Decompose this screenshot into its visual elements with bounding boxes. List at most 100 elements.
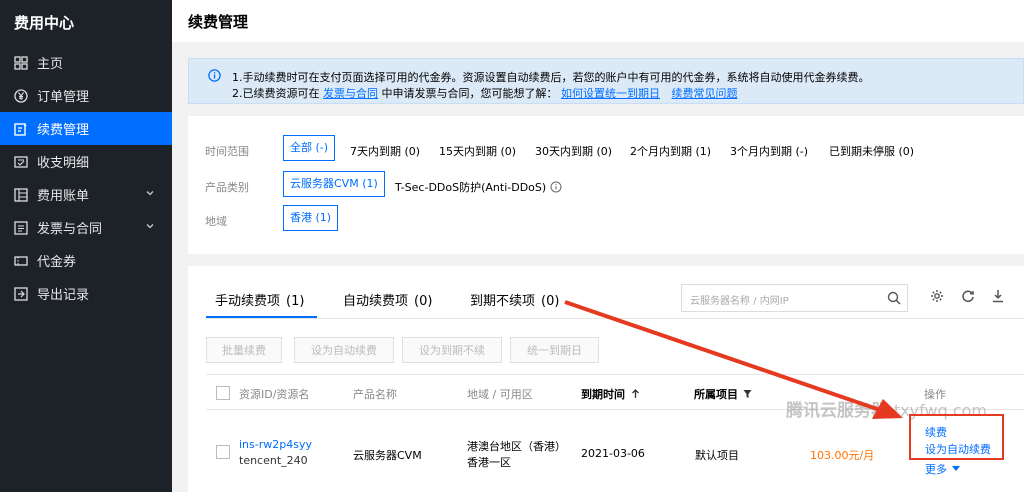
search-input[interactable]: 云服务器名称 / 内网IP (681, 284, 908, 312)
tab-no-renewal[interactable]: 到期不续项 (0) (470, 290, 559, 309)
time-option-30d[interactable]: 30天内到期 (0) (535, 143, 612, 159)
voucher-icon (14, 254, 28, 268)
time-option-expired[interactable]: 已到期未停服 (0) (829, 143, 914, 159)
sidebar-item-label: 主页 (37, 57, 64, 72)
product-label: 产品类别 (205, 181, 249, 194)
sort-up-icon[interactable] (631, 389, 640, 399)
sidebar: 费用中心 主页 订单管理 续费管理 收支明细 费用账单 发票与合同 代金券 导出… (0, 0, 172, 492)
sidebar-item-label: 代金券 (37, 255, 77, 270)
tab-manual-renewal[interactable]: 手动续费项 (1) (215, 290, 304, 309)
product-option-cvm[interactable]: 云服务器CVM (1) (283, 171, 385, 197)
price: 103.00元/月 (810, 449, 875, 462)
renew-icon (14, 122, 28, 136)
sidebar-item-label: 导出记录 (37, 288, 90, 303)
row-checkbox[interactable] (216, 445, 230, 459)
search-placeholder: 云服务器名称 / 内网IP (690, 296, 789, 307)
notice-line-1: 1.手动续费时可在支付页面选择可用的代金券。资源设置自动续费后，若您的账户中有可… (232, 71, 870, 84)
sidebar-item-vouchers[interactable]: 代金券 (0, 244, 172, 277)
tab-auto-renewal[interactable]: 自动续费项 (0) (343, 290, 432, 309)
region-name: 港澳台地区（香港） (467, 440, 566, 453)
renewal-list-card: 手动续费项 (1) 自动续费项 (0) 到期不续项 (0) 云服务器名称 / 内网IP… (188, 266, 1024, 492)
grid-icon (14, 55, 28, 70)
filter-icon[interactable] (743, 389, 752, 399)
info-icon (208, 69, 221, 82)
set-auto-renew-button[interactable]: 设为自动续费 (294, 337, 394, 363)
time-option-2m[interactable]: 2个月内到期 (1) (630, 143, 711, 159)
notice-text: 2.已续费资源可在 (232, 87, 320, 100)
tab-label: 自动续费项 (343, 294, 409, 309)
tab-label: 手动续费项 (215, 294, 281, 309)
sidebar-item-label: 订单管理 (37, 90, 90, 105)
time-option-all[interactable]: 全部 (-) (283, 135, 336, 161)
product-option-ddos[interactable]: T-Sec-DDoS防护(Anti-DDoS) (395, 179, 562, 195)
invoice-icon (14, 220, 28, 235)
product-name: 云服务器CVM (353, 449, 422, 462)
sidebar-item-label: 发票与合同 (37, 222, 103, 237)
sidebar-item-exports[interactable]: 导出记录 (0, 277, 172, 310)
notice-text: 中申请发票与合同，您可能想了解： (381, 87, 558, 100)
tabs-divider (206, 318, 1024, 319)
unified-expiry-link[interactable]: 如何设置统一到期日 (561, 87, 660, 100)
set-no-renew-button[interactable]: 设为到期不续 (402, 337, 502, 363)
resource-name: tencent_240 (239, 454, 308, 467)
col-resource: 资源ID/资源名 (239, 388, 310, 401)
bill-icon (14, 187, 28, 202)
more-label: 更多 (925, 463, 947, 476)
time-option-7d[interactable]: 7天内到期 (0) (350, 143, 420, 159)
more-dropdown[interactable]: 更多 (925, 461, 960, 477)
chevron-down-icon (146, 224, 154, 229)
sidebar-item-ledger[interactable]: 收支明细 (0, 145, 172, 178)
time-option-15d[interactable]: 15天内到期 (0) (439, 143, 516, 159)
col-expire-label: 到期时间 (581, 388, 625, 401)
search-icon[interactable] (887, 291, 901, 305)
notice-line-2: 2.已续费资源可在 发票与合同 中申请发票与合同，您可能想了解： 如何设置统一到… (232, 85, 738, 101)
yuan-icon (14, 88, 28, 103)
page-title: 续费管理 (188, 13, 249, 31)
unified-expiry-button[interactable]: 统一到期日 (510, 337, 599, 363)
renewal-faq-link[interactable]: 续费常见问题 (672, 87, 738, 100)
zone-name: 香港一区 (467, 456, 511, 469)
sidebar-item-renewal[interactable]: 续费管理 (0, 112, 172, 145)
filter-panel: 时间范围 全部 (-) 7天内到期 (0) 15天内到期 (0) 30天内到期 … (188, 116, 1024, 254)
expire-date: 2021-03-06 (581, 447, 645, 460)
time-range-label: 时间范围 (205, 145, 249, 158)
ledger-icon (14, 155, 28, 169)
sidebar-item-invoices[interactable]: 发票与合同 (0, 211, 172, 244)
tab-count: (1) (286, 294, 305, 309)
resource-id-link[interactable]: ins-rw2p4syy (239, 438, 312, 451)
sidebar-item-label: 续费管理 (37, 123, 90, 138)
sidebar-item-home[interactable]: 主页 (0, 46, 172, 79)
product-option-ddos-label: T-Sec-DDoS防护(Anti-DDoS) (395, 181, 547, 194)
sidebar-item-label: 收支明细 (37, 156, 90, 171)
region-label: 地域 (205, 215, 227, 228)
sidebar-item-bills[interactable]: 费用账单 (0, 178, 172, 211)
col-region: 地域 / 可用区 (467, 388, 533, 401)
tab-label: 到期不续项 (470, 294, 536, 309)
watermark-brand: 腾讯云服务器 (786, 401, 888, 421)
top-bar: 续费管理 (172, 0, 1024, 42)
sidebar-item-label: 费用账单 (37, 189, 90, 204)
active-tab-indicator (206, 316, 317, 318)
time-option-3m[interactable]: 3个月内到期 (-) (730, 143, 808, 159)
tab-count: (0) (541, 294, 560, 309)
select-all-checkbox[interactable] (216, 386, 230, 400)
info-circle-icon[interactable] (550, 181, 562, 193)
sidebar-title: 费用中心 (14, 14, 75, 32)
notice-banner: 1.手动续费时可在支付页面选择可用的代金券。资源设置自动续费后，若您的账户中有可… (188, 58, 1024, 104)
settings-icon[interactable] (930, 289, 944, 303)
batch-renew-button[interactable]: 批量续费 (206, 337, 282, 363)
col-project[interactable]: 所属项目 (694, 386, 752, 402)
sidebar-item-orders[interactable]: 订单管理 (0, 79, 172, 112)
col-product: 产品名称 (353, 388, 397, 401)
project-name: 默认项目 (695, 449, 739, 462)
chevron-down-icon (146, 191, 154, 196)
region-option-hk[interactable]: 香港 (1) (283, 205, 339, 231)
refresh-icon[interactable] (961, 289, 975, 303)
download-icon[interactable] (991, 289, 1005, 303)
caret-down-icon (952, 466, 960, 471)
col-project-label: 所属项目 (694, 388, 738, 401)
col-expire[interactable]: 到期时间 (581, 386, 640, 402)
invoice-contract-link[interactable]: 发票与合同 (323, 87, 378, 100)
export-icon (14, 286, 28, 301)
tab-count: (0) (414, 294, 433, 309)
